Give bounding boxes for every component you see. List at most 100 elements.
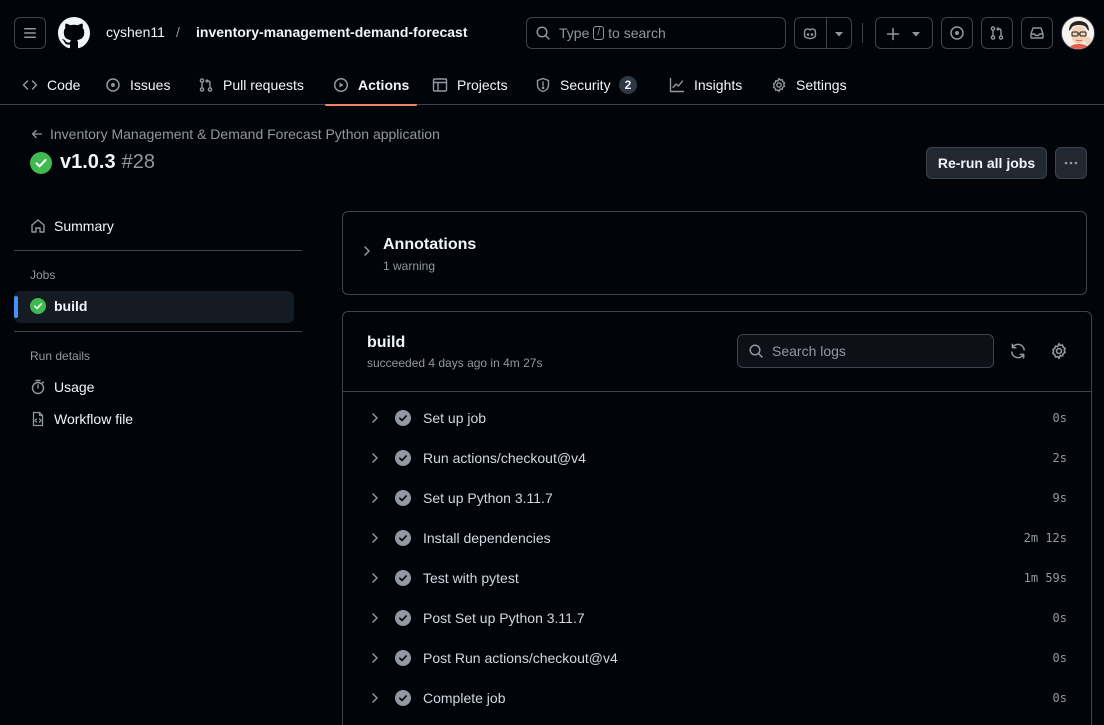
job-log-panel: build succeeded 4 days ago in 4m 27s Sea…: [342, 311, 1092, 725]
menu-button[interactable]: [14, 17, 46, 49]
job-step-row[interactable]: Install dependencies 2m 12s: [343, 518, 1091, 558]
sidebar-item-summary[interactable]: Summary: [30, 218, 114, 234]
code-icon: [22, 79, 38, 90]
job-step-row[interactable]: Post Set up Python 3.11.7 0s: [343, 598, 1091, 638]
step-status: [395, 450, 411, 466]
job-step-row[interactable]: Set up job 0s: [343, 398, 1091, 438]
annotations-title: Annotations: [383, 236, 477, 253]
table-icon: [432, 77, 448, 92]
chevron-right-icon: [372, 693, 378, 703]
user-avatar[interactable]: [1061, 16, 1095, 50]
issue-opened-icon: [950, 26, 964, 40]
step-status: [395, 690, 411, 706]
tab-insights[interactable]: Insights: [669, 64, 742, 105]
job-step-row[interactable]: Test with pytest 1m 59s: [343, 558, 1091, 598]
job-step-row[interactable]: Post Run actions/checkout@v4 0s: [343, 638, 1091, 678]
step-duration: 0s: [1052, 611, 1067, 625]
job-step-row[interactable]: Set up Python 3.11.7 9s: [343, 478, 1091, 518]
tab-actions[interactable]: Actions: [324, 64, 418, 106]
search-icon: [536, 26, 550, 40]
inbox-icon: [1030, 27, 1044, 39]
check-circle-fill-icon: [395, 530, 411, 546]
rerun-all-jobs-button[interactable]: Re-run all jobs: [926, 147, 1047, 179]
step-label: Run actions/checkout@v4: [423, 450, 586, 466]
tab-issues[interactable]: Issues: [105, 64, 170, 105]
hamburger-icon: [24, 28, 36, 38]
issues-button[interactable]: [941, 17, 973, 49]
gear-icon: [772, 77, 786, 92]
tab-projects[interactable]: Projects: [432, 64, 508, 105]
check-circle-fill-icon: [30, 298, 46, 314]
step-label: Set up job: [423, 410, 487, 426]
step-expand-toggle[interactable]: [369, 611, 381, 625]
step-status: [395, 650, 411, 666]
run-title: v1.0.3 #28: [30, 151, 155, 174]
tab-code-label: Code: [47, 76, 81, 93]
annotations-panel[interactable]: Annotations 1 warning: [342, 211, 1087, 295]
shield-icon: [536, 77, 550, 92]
more-options-button[interactable]: [1055, 147, 1087, 179]
repo-owner-link[interactable]: cyshen11: [106, 24, 165, 40]
tab-security-label: Security: [560, 76, 611, 93]
step-expand-toggle[interactable]: [369, 691, 381, 705]
check-circle-fill-icon: [395, 690, 411, 706]
chevron-right-icon: [372, 613, 378, 623]
avatar-image-icon: [1062, 17, 1094, 49]
gear-icon[interactable]: [1050, 342, 1068, 360]
chevron-right-icon: [372, 533, 378, 543]
sync-icon[interactable]: [1009, 342, 1027, 360]
github-logo-icon[interactable]: [58, 17, 90, 49]
step-expand-toggle[interactable]: [369, 491, 381, 505]
sidebar-divider: [14, 331, 302, 332]
tab-pull-requests[interactable]: Pull requests: [198, 64, 304, 105]
play-icon: [333, 77, 349, 92]
step-duration: 2m 12s: [1023, 531, 1067, 545]
job-step-row[interactable]: Run actions/checkout@v4 2s: [343, 438, 1091, 478]
copilot-button[interactable]: [794, 17, 852, 49]
job-title: build: [367, 334, 406, 351]
tab-projects-label: Projects: [457, 76, 508, 93]
repo-nav-tabs: Code Issues Pull requests Actions Projec…: [0, 64, 1104, 106]
workflow-back-link[interactable]: Inventory Management & Demand Forecast P…: [30, 126, 440, 142]
inbox-button[interactable]: [1021, 17, 1053, 49]
check-circle-fill-icon: [395, 570, 411, 586]
step-expand-toggle[interactable]: [369, 651, 381, 665]
job-step-row[interactable]: Complete job 0s: [343, 678, 1091, 718]
check-circle-fill-icon: [395, 610, 411, 626]
tab-pull-requests-label: Pull requests: [223, 76, 304, 93]
step-status: [395, 530, 411, 546]
step-expand-toggle[interactable]: [369, 531, 381, 545]
step-label: Set up Python 3.11.7: [423, 490, 553, 506]
run-details-heading: Run details: [30, 349, 91, 363]
tab-issues-label: Issues: [130, 76, 171, 93]
sidebar-usage-label: Usage: [54, 379, 95, 395]
step-expand-toggle[interactable]: [369, 411, 381, 425]
tab-settings[interactable]: Settings: [771, 64, 847, 105]
chevron-down-icon: [912, 32, 920, 37]
chevron-right-icon: [372, 573, 378, 583]
step-duration: 0s: [1052, 411, 1067, 425]
sidebar-item-workflow-file[interactable]: Workflow file: [30, 411, 133, 427]
sidebar-item-usage[interactable]: Usage: [30, 379, 94, 395]
step-expand-toggle[interactable]: [369, 571, 381, 585]
step-status: [395, 490, 411, 506]
tab-code[interactable]: Code: [22, 64, 80, 105]
chevron-right-icon: [372, 453, 378, 463]
step-duration: 1m 59s: [1023, 571, 1067, 585]
step-label: Test with pytest: [423, 570, 519, 586]
repo-name-link[interactable]: inventory-management-demand-forecast: [196, 24, 468, 40]
step-expand-toggle[interactable]: [369, 451, 381, 465]
search-prefix: Type: [559, 25, 590, 41]
tab-security[interactable]: Security 2: [535, 64, 638, 105]
step-status: [395, 410, 411, 426]
search-logs-input[interactable]: Search logs: [737, 334, 994, 368]
tab-insights-label: Insights: [694, 76, 743, 93]
security-count-badge: 2: [618, 75, 638, 94]
home-icon: [31, 219, 45, 233]
job-log-header: build succeeded 4 days ago in 4m 27s Sea…: [343, 312, 1091, 392]
create-new-button[interactable]: [875, 17, 933, 49]
global-search-input[interactable]: Type / to search: [526, 17, 786, 49]
search-logs-placeholder: Search logs: [772, 343, 846, 359]
pull-requests-button[interactable]: [981, 17, 1013, 49]
check-circle-fill-icon: [30, 151, 52, 174]
